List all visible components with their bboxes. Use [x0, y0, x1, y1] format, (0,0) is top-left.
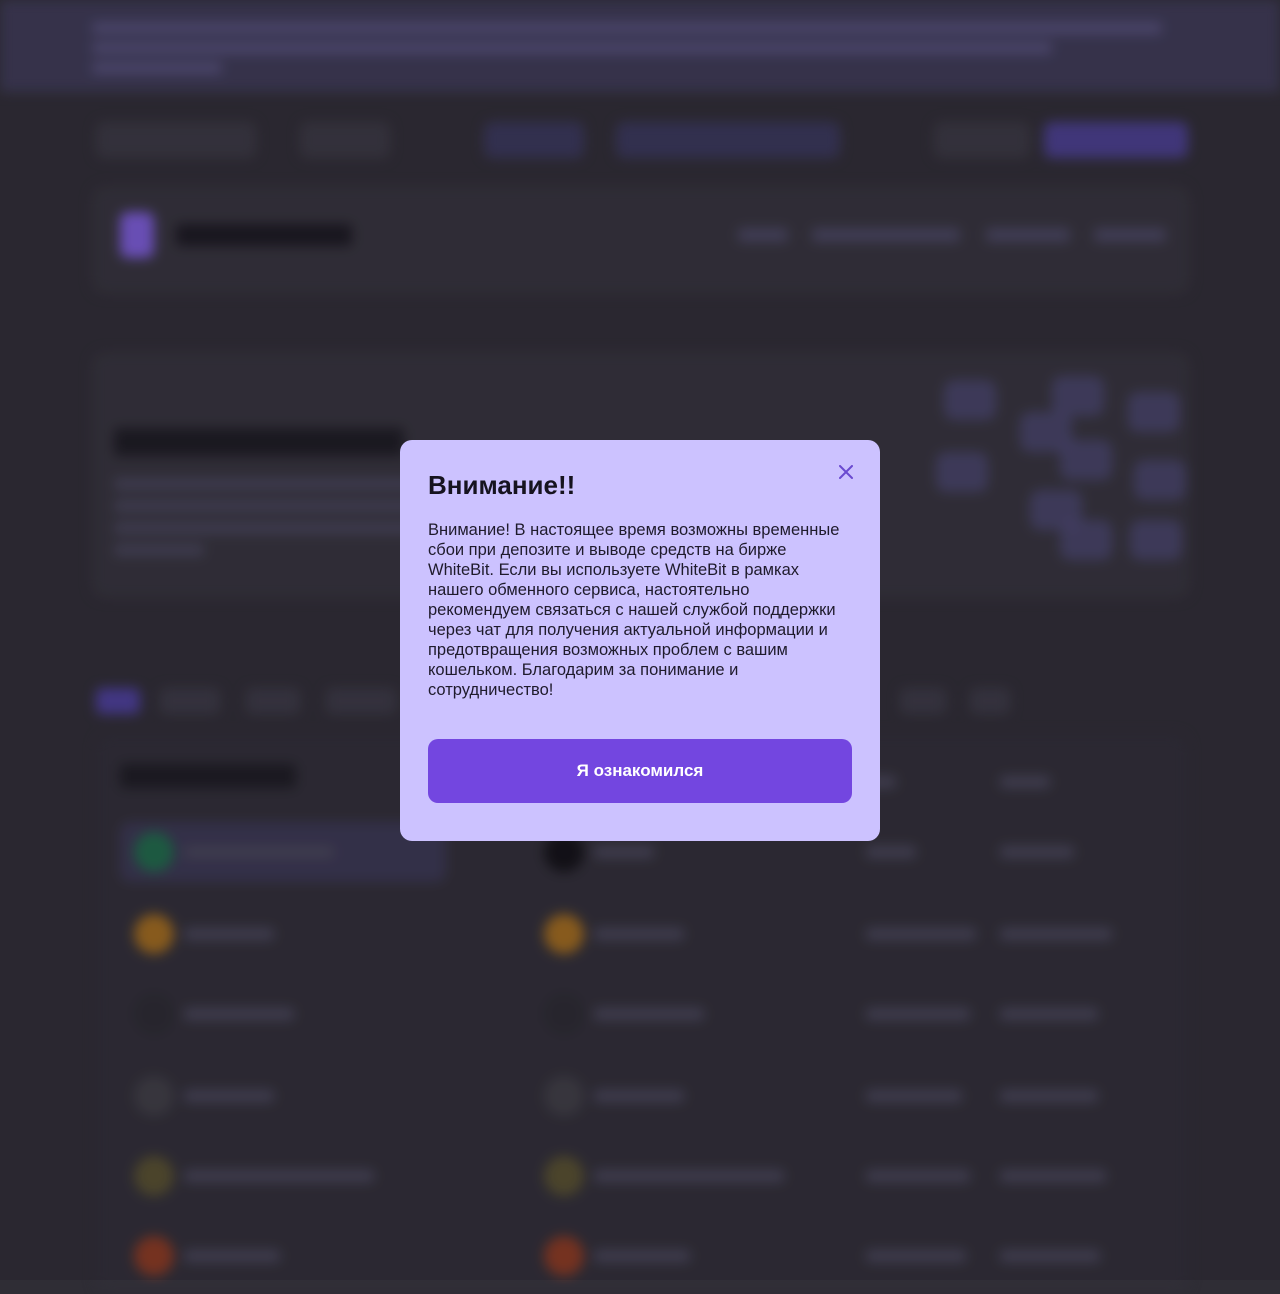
modal-message: Внимание! В настоящее время возможны вре… — [428, 521, 840, 699]
modal-title: Внимание!! — [428, 470, 576, 500]
alert-modal: Внимание!! Внимание! В настоящее время в… — [400, 440, 880, 841]
acknowledge-button[interactable]: Я ознакомился — [428, 739, 852, 803]
close-icon[interactable] — [836, 462, 856, 482]
